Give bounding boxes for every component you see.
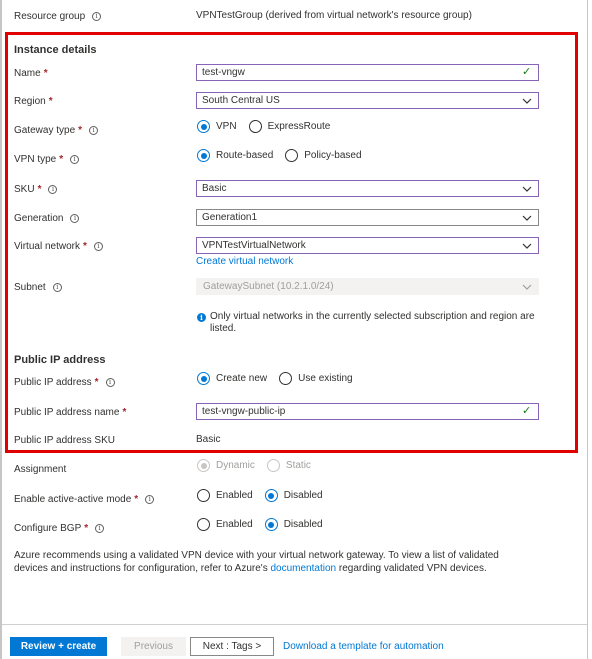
vpn-device-recommendation: Azure recommends using a validated VPN d… <box>14 550 499 574</box>
previous-button[interactable]: Previous <box>121 637 186 656</box>
radio-active-enabled[interactable]: Enabled <box>197 489 253 502</box>
resource-group-label: Resource group i <box>14 11 102 22</box>
footer-divider <box>2 624 587 625</box>
radio-bgp-enabled[interactable]: Enabled <box>197 518 253 531</box>
radio-static: Static <box>266 459 311 472</box>
resource-group-value: VPNTestGroup (derived from virtual netwo… <box>196 10 472 21</box>
window-border-right <box>587 0 588 659</box>
info-icon[interactable]: i <box>92 11 102 21</box>
active-active-radio-group: Enabled Disabled <box>197 489 335 502</box>
bgp-label: Configure BGP * i <box>14 523 105 534</box>
assignment-radio-group: Dynamic Static <box>197 459 323 472</box>
highlight-box <box>5 32 578 453</box>
radio-active-disabled[interactable]: Disabled <box>264 489 323 502</box>
assignment-row: Assignment <box>14 459 66 479</box>
window-border-left <box>0 0 2 659</box>
active-active-row: Enable active-active mode * i <box>14 489 155 509</box>
next-tags-button[interactable]: Next : Tags > <box>190 637 274 656</box>
documentation-link[interactable]: documentation <box>270 563 336 574</box>
resource-group-row: Resource group i <box>14 6 102 26</box>
review-create-button[interactable]: Review + create <box>10 637 107 656</box>
radio-dynamic: Dynamic <box>197 459 255 472</box>
info-icon[interactable]: i <box>95 523 105 533</box>
bgp-row: Configure BGP * i <box>14 518 105 538</box>
radio-bgp-disabled[interactable]: Disabled <box>264 518 323 531</box>
info-icon[interactable]: i <box>145 494 155 504</box>
download-template-link[interactable]: Download a template for automation <box>283 641 444 652</box>
active-active-label: Enable active-active mode * i <box>14 494 155 505</box>
assignment-label: Assignment <box>14 463 67 475</box>
bgp-radio-group: Enabled Disabled <box>197 518 335 531</box>
